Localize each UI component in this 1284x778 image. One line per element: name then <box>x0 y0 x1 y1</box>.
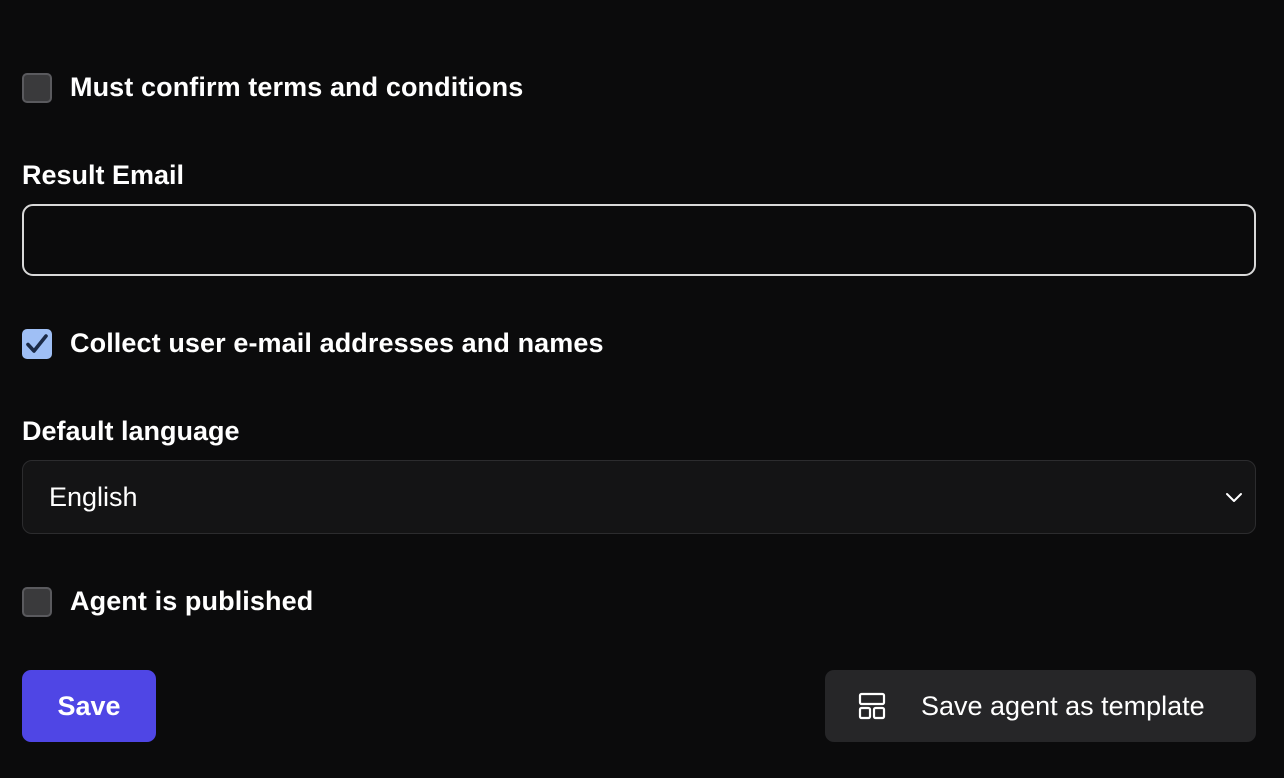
chevron-down-icon <box>1226 493 1242 502</box>
published-checkbox[interactable] <box>22 586 52 617</box>
published-checkbox-label: Agent is published <box>70 586 314 616</box>
terms-checkbox[interactable] <box>22 72 52 103</box>
checkmark-icon <box>26 333 48 353</box>
result-email-label: Result Email <box>22 160 185 190</box>
default-language-value: English <box>49 481 138 512</box>
agent-settings-form: Must confirm terms and conditions Result… <box>0 0 1284 778</box>
result-email-input[interactable] <box>22 204 1256 276</box>
collect-checkbox-label: Collect user e-mail addresses and names <box>70 328 604 358</box>
layout-template-icon <box>857 691 887 721</box>
terms-checkbox-label: Must confirm terms and conditions <box>70 72 524 102</box>
collect-checkbox-row[interactable]: Collect user e-mail addresses and names <box>22 328 604 359</box>
default-language-select[interactable]: English <box>22 460 1256 534</box>
collect-checkbox[interactable] <box>22 328 52 359</box>
save-button[interactable]: Save <box>22 670 156 742</box>
published-checkbox-row[interactable]: Agent is published <box>22 586 313 617</box>
terms-checkbox-row[interactable]: Must confirm terms and conditions <box>22 72 523 103</box>
default-language-label: Default language <box>22 416 240 446</box>
save-as-template-button[interactable]: Save agent as template <box>825 670 1256 742</box>
save-as-template-label: Save agent as template <box>921 690 1205 721</box>
